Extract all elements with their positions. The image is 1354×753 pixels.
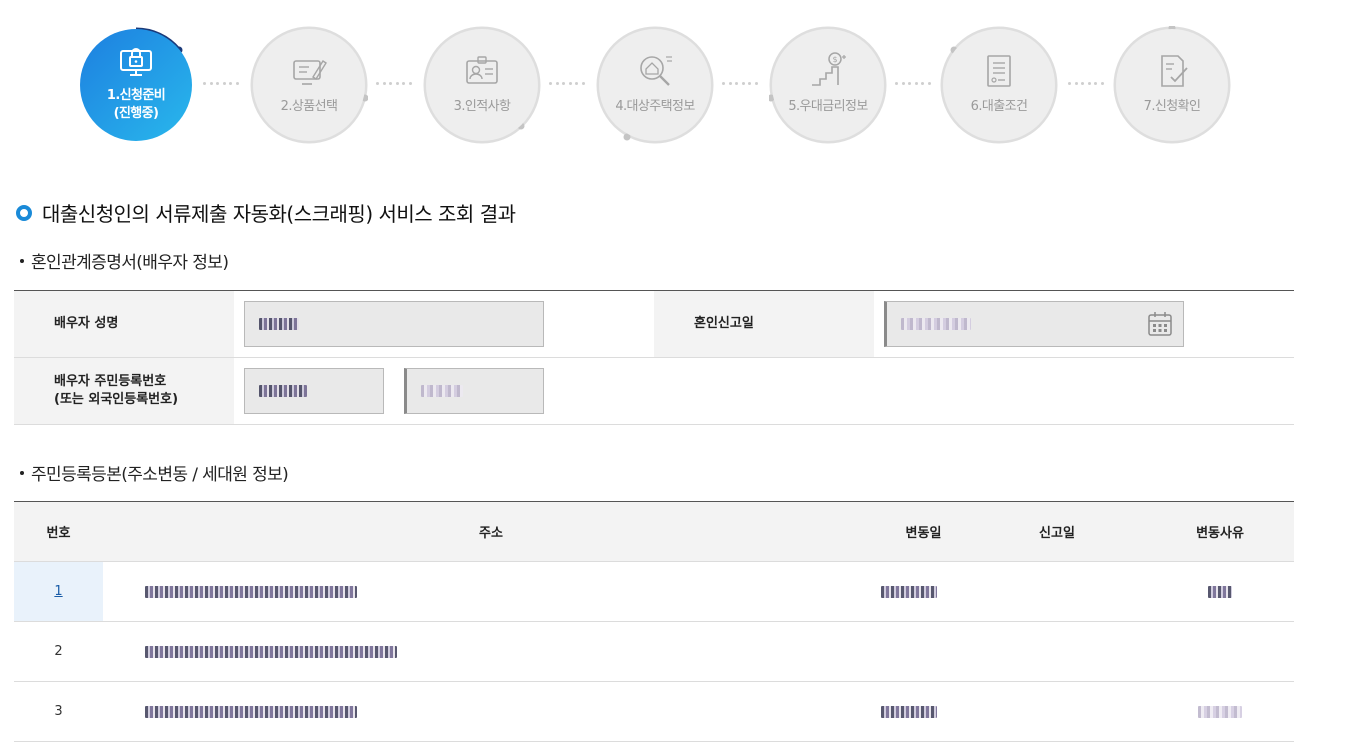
marriage-section-title: 혼인관계증명서(배우자 정보) [18,248,229,273]
id-card-icon [466,55,498,84]
masked-value [145,645,397,658]
calendar-icon[interactable] [1147,311,1173,337]
step-1: 1.신청준비 (진행중) [77,26,195,144]
spouse-id-label: 배우자 주민등록번호 (또는 외국인등록번호) [14,358,234,424]
monitor-edit-icon [293,59,327,85]
step-5: $ 5.우대금리정보 [769,26,887,144]
address-cell [103,562,879,621]
reason-cell [1146,622,1294,681]
spouse-name-field[interactable] [244,301,544,347]
masked-value [901,318,971,330]
table-row[interactable]: 3 [14,682,1294,742]
report-date-cell [968,682,1146,741]
spouse-id-back-field[interactable] [404,368,544,414]
page-title: 대출신청인의 서류제출 자동화(스크래핑) 서비스 조회 결과 [42,202,516,226]
spouse-id-front-field[interactable] [244,368,384,414]
form-cell [234,358,544,424]
step-label: 7.신청확인 [1143,98,1201,114]
spouse-name-label: 배우자 성명 [14,291,234,357]
change-date-cell [879,562,968,621]
reason-cell [1146,682,1294,741]
svg-text:$: $ [832,55,837,64]
step-3: 3.인적사항 [423,26,541,144]
step-connector [376,82,412,88]
masked-value [145,585,357,598]
masked-value [145,705,357,718]
masked-value [881,705,937,718]
change-date-cell [879,622,968,681]
masked-value [881,585,937,598]
step-label: 4.대상주택정보 [615,98,695,114]
stairs-coin-icon: $ [812,51,846,86]
step-label: 5.우대금리정보 [788,98,868,114]
form-cell [874,291,1184,357]
table-row[interactable]: 1 [14,562,1294,622]
change-date-cell [879,682,968,741]
marriage-report-date-field[interactable] [884,301,1184,347]
step-connector [549,82,585,88]
row-number[interactable]: 2 [14,622,103,681]
col-no: 번호 [46,526,71,541]
masked-value [1208,585,1232,598]
step-7: 7.신청확인 [1113,26,1231,144]
col-reason: 변동사유 [1196,526,1244,541]
col-address: 주소 [479,526,503,541]
progress-steps: 1.신청준비 (진행중) 2.상품선택 3.인적사항 4.대상주택정보 $ 5.… [0,26,1354,150]
resident-table: 번호 주소 변동일 신고일 변동사유 1 2 3 [14,501,1294,742]
step-connector [722,82,758,88]
step-label: 2.상품선택 [280,98,338,114]
step-label: 3.인적사항 [453,98,511,114]
step-connector [1068,82,1104,88]
title-bullet-icon [16,204,32,221]
step-label: 1.신청준비 (진행중) [106,88,166,121]
monitor-lock-icon [120,48,152,76]
report-date-label: 혼인신고일 [654,291,874,357]
address-cell [103,622,879,681]
masked-value [259,385,307,397]
step-connector [895,82,931,88]
step-connector [203,82,239,88]
masked-value [259,318,299,330]
form-row: 배우자 주민등록번호 (또는 외국인등록번호) [14,358,1294,425]
step-6: 6.대출조건 [940,26,1058,144]
row-number[interactable]: 3 [14,682,103,741]
masked-value [1198,705,1242,718]
resident-section-title: 주민등록등본(주소변동 / 세대원 정보) [18,460,289,485]
marriage-form-table: 배우자 성명 혼인신고일 배우자 주민등록번호 (또는 외국인등록번호) [14,290,1294,425]
table-row[interactable]: 2 [14,622,1294,682]
address-cell [103,682,879,741]
document-check-icon [1161,54,1188,87]
report-date-cell [968,622,1146,681]
step-label: 6.대출조건 [970,98,1028,114]
step-4: 4.대상주택정보 [596,26,714,144]
col-change-date: 변동일 [905,526,942,541]
table-header: 번호 주소 변동일 신고일 변동사유 [14,502,1294,562]
reason-cell [1146,562,1294,621]
col-report-date: 신고일 [1039,526,1075,541]
form-row: 배우자 성명 혼인신고일 [14,291,1294,358]
document-list-icon [987,54,1011,87]
form-cell [234,291,654,357]
report-date-cell [968,562,1146,621]
row-number[interactable]: 1 [14,562,103,621]
house-search-icon [640,55,672,86]
masked-value [421,385,463,397]
step-2: 2.상품선택 [250,26,368,144]
page-title-wrap: 대출신청인의 서류제출 자동화(스크래핑) 서비스 조회 결과 [16,198,516,227]
